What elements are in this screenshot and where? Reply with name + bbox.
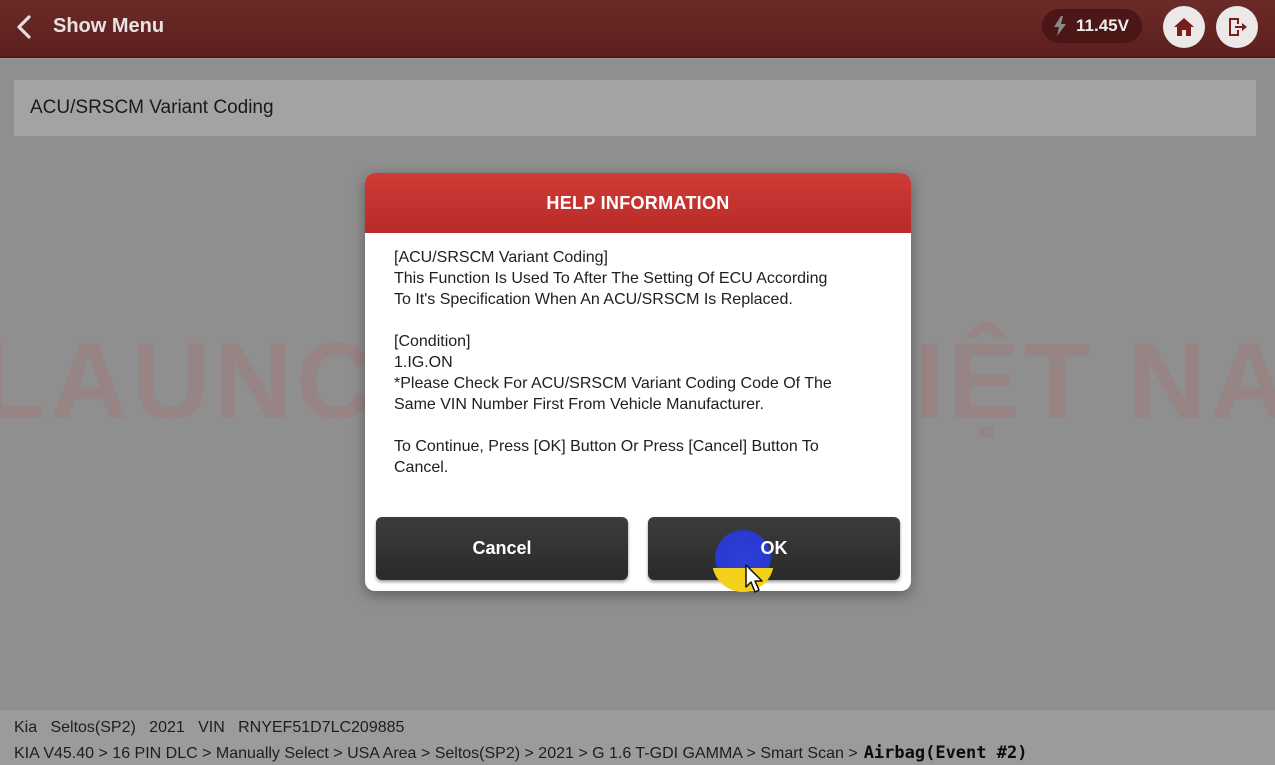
dialog-text-line: To Continue, Press [OK] Button Or Press … <box>394 438 819 455</box>
cancel-button[interactable]: Cancel <box>376 517 628 580</box>
dialog-paragraph-instructions: To Continue, Press [OK] Button Or Press … <box>394 436 884 478</box>
chevron-left-icon <box>17 15 31 39</box>
dialog-header: HELP INFORMATION <box>365 173 911 233</box>
dialog-text-line: This Function Is Used To After The Setti… <box>394 270 828 287</box>
menu-item-label: ACU/SRSCM Variant Coding <box>30 97 274 118</box>
dialog-title: HELP INFORMATION <box>546 192 730 213</box>
ok-button[interactable] <box>648 517 900 580</box>
voltage-value: 11.45V <box>1076 16 1129 35</box>
breadcrumb-path: KIA V45.40 > 16 PIN DLC > Manually Selec… <box>14 745 858 762</box>
dialog-text-line: To It's Specification When An ACU/SRSCM … <box>394 291 793 308</box>
dialog-text-line: Same VIN Number First From Vehicle Manuf… <box>394 396 764 413</box>
dialog-paragraph-description: [ACU/SRSCM Variant Coding] This Function… <box>394 247 884 310</box>
dialog-text-line: 1.IG.ON <box>394 354 453 371</box>
dialog-text-line: *Please Check For ACU/SRSCM Variant Codi… <box>394 375 832 392</box>
top-bar: Show Menu 11.45V <box>0 0 1275 58</box>
menu-item-acu-srscm-variant-coding[interactable]: ACU/SRSCM Variant Coding <box>14 80 1256 136</box>
dialog-text-line: Cancel. <box>394 459 449 476</box>
vehicle-info: Kia Seltos(SP2) 2021 VIN RNYEF51D7LC2098… <box>14 719 405 736</box>
back-button[interactable] <box>12 12 40 42</box>
dialog-text-line: [ACU/SRSCM Variant Coding] <box>394 249 608 266</box>
dialog-body: [ACU/SRSCM Variant Coding] This Function… <box>394 247 884 478</box>
app-screen: Show Menu 11.45V ACU/SRSCM Variant Codin… <box>0 0 1275 765</box>
exit-button[interactable] <box>1216 6 1258 48</box>
home-button[interactable] <box>1163 6 1205 48</box>
breadcrumb: KIA V45.40 > 16 PIN DLC > Manually Selec… <box>14 743 1027 763</box>
dialog-text-line: [Condition] <box>394 333 471 350</box>
battery-voltage-indicator: 11.45V <box>1042 9 1142 43</box>
footer-status: Kia Seltos(SP2) 2021 VIN RNYEF51D7LC2098… <box>0 709 1275 765</box>
lightning-bolt-icon <box>1054 16 1066 36</box>
page-title: Show Menu <box>53 15 165 37</box>
breadcrumb-current: Airbag(Event #2) <box>863 743 1028 763</box>
help-information-dialog: HELP INFORMATION [ACU/SRSCM Variant Codi… <box>365 173 911 591</box>
dialog-paragraph-condition: [Condition] 1.IG.ON *Please Check For AC… <box>394 331 884 415</box>
home-icon <box>1174 18 1194 36</box>
exit-icon <box>1229 18 1247 36</box>
